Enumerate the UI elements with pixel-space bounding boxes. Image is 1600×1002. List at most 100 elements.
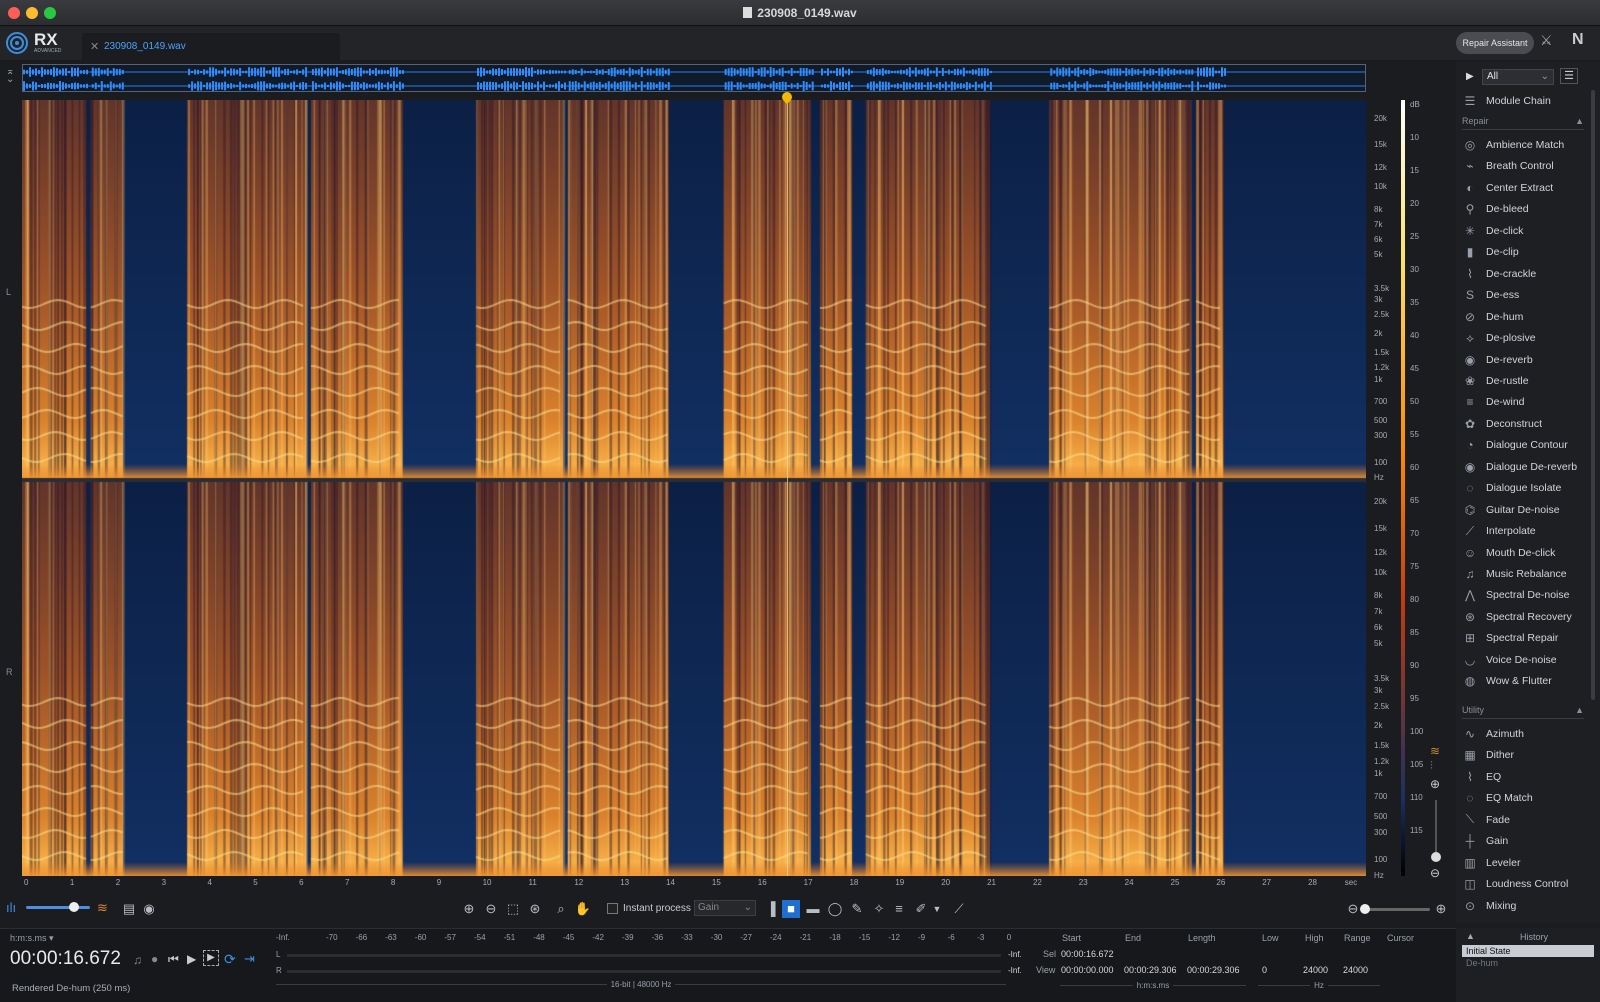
- module-item[interactable]: ✿ Deconstruct: [1462, 413, 1592, 435]
- utility-section-header[interactable]: Utility ▲: [1462, 705, 1584, 719]
- module-item[interactable]: ⟡ De-plosive: [1462, 327, 1592, 349]
- instant-process-mode-select[interactable]: Gain ⌄: [694, 900, 756, 916]
- instant-process-checkbox[interactable]: [607, 903, 618, 914]
- tool-options-chevron-icon[interactable]: ▼: [928, 900, 946, 918]
- module-item[interactable]: ▮ De-clip: [1462, 241, 1592, 263]
- module-item[interactable]: ⌁ Breath Control: [1462, 155, 1592, 177]
- module-item[interactable]: ⋀ Spectral De-noise: [1462, 584, 1592, 606]
- markers-icon[interactable]: ▤: [120, 900, 138, 918]
- module-item[interactable]: ≡ De-wind: [1462, 391, 1592, 413]
- lasso-tool-icon[interactable]: ◯: [826, 900, 844, 918]
- playhead[interactable]: [786, 92, 788, 876]
- time-format-select[interactable]: h:m:s.ms ▾: [10, 933, 54, 944]
- module-item[interactable]: S De-ess: [1462, 284, 1592, 306]
- comments-icon[interactable]: ◉: [140, 900, 158, 918]
- zoom-in-icon[interactable]: ⊕: [460, 900, 478, 918]
- zoom-out-vertical-icon[interactable]: ⊖: [1430, 866, 1440, 880]
- sel-start-value[interactable]: 00:00:16.672: [1061, 949, 1114, 959]
- module-item[interactable]: ❀ De-rustle: [1462, 370, 1592, 392]
- waveform-mode-icon[interactable]: ılı: [6, 900, 16, 915]
- module-chain-item[interactable]: ☰ Module Chain: [1462, 90, 1592, 112]
- module-item[interactable]: ◍ Wow & Flutter: [1462, 670, 1592, 692]
- signal-chain-icon[interactable]: ⚔: [1540, 32, 1560, 52]
- time-selection-tool-icon[interactable]: ▐: [762, 900, 780, 918]
- panel-menu-icon[interactable]: ☰: [1560, 68, 1578, 84]
- module-item[interactable]: ◡ Voice De-noise: [1462, 649, 1592, 671]
- zoom-selection-icon[interactable]: ⬚: [504, 900, 522, 918]
- waveform-overview[interactable]: [22, 64, 1366, 92]
- record-button[interactable]: ●: [151, 952, 158, 966]
- spectrogram-mode-icon[interactable]: ≋: [97, 900, 108, 916]
- module-item[interactable]: ⊙ Mixing: [1462, 895, 1592, 917]
- collapse-overview-icon[interactable]: ⌅ ⌄: [6, 67, 18, 88]
- history-item[interactable]: De-hum: [1466, 958, 1498, 968]
- horizontal-zoom-handle[interactable]: [1360, 904, 1370, 914]
- native-instruments-logo-icon[interactable]: N: [1572, 31, 1594, 51]
- zoom-tool-icon[interactable]: ⌕: [552, 900, 570, 918]
- repair-section-header[interactable]: Repair ▲: [1462, 116, 1584, 130]
- opacity-slider-handle[interactable]: [69, 902, 79, 912]
- waveform-toggle-icon[interactable]: ⫶: [1430, 760, 1433, 773]
- time-frequency-selection-tool-icon[interactable]: ■: [782, 900, 800, 918]
- spectrogram-display[interactable]: [22, 100, 1366, 876]
- module-item[interactable]: ☺ Mouth De-click: [1462, 542, 1592, 564]
- opacity-slider[interactable]: [26, 906, 90, 909]
- view-low-value[interactable]: 0: [1262, 965, 1267, 975]
- module-item[interactable]: ⟍ Fade: [1462, 809, 1592, 831]
- zoom-in-horizontal-icon[interactable]: ⊕: [1432, 900, 1450, 918]
- module-filter-select[interactable]: All ⌄: [1482, 69, 1554, 85]
- fade-tool-icon[interactable]: ⟋: [950, 900, 968, 918]
- view-length-value[interactable]: 00:00:29.306: [1187, 965, 1240, 975]
- repair-assistant-button[interactable]: Repair Assistant: [1456, 32, 1534, 54]
- vertical-zoom-slider[interactable]: [1435, 800, 1437, 856]
- brush-tool-icon[interactable]: ✎: [848, 900, 866, 918]
- module-item[interactable]: ♫ Music Rebalance: [1462, 563, 1592, 585]
- module-item[interactable]: ∿ Azimuth: [1462, 723, 1592, 745]
- play-button[interactable]: ▶: [187, 952, 196, 966]
- history-item[interactable]: Initial State: [1462, 945, 1594, 957]
- module-item[interactable]: ◐ Center Extract: [1462, 177, 1592, 199]
- module-item[interactable]: ⟋ Interpolate: [1462, 520, 1592, 542]
- panel-scrollbar[interactable]: [1591, 90, 1595, 700]
- module-item[interactable]: ▦ Dither: [1462, 744, 1592, 766]
- loop-button[interactable]: ⟳: [224, 951, 236, 968]
- module-item[interactable]: ⊘ De-hum: [1462, 306, 1592, 328]
- module-item[interactable]: ◌ Dialogue Isolate: [1462, 477, 1592, 499]
- module-item[interactable]: ⌬ Guitar De-noise: [1462, 499, 1592, 521]
- module-item[interactable]: ◌ EQ Match: [1462, 787, 1592, 809]
- module-item[interactable]: ┼ Gain: [1462, 830, 1592, 852]
- zoom-fit-icon[interactable]: ⊛: [526, 900, 544, 918]
- zoom-in-vertical-icon[interactable]: ⊕: [1430, 777, 1440, 791]
- module-item[interactable]: ⚲ De-bleed: [1462, 198, 1592, 220]
- tab-label[interactable]: 230908_0149.wav: [104, 41, 186, 52]
- module-item[interactable]: ▥ Leveler: [1462, 852, 1592, 874]
- module-item[interactable]: ◔ Dialogue Contour: [1462, 434, 1592, 456]
- spectrogram-toggle-icon[interactable]: ≋: [1430, 744, 1440, 758]
- play-preview-icon[interactable]: ▶: [1466, 71, 1474, 82]
- view-end-value[interactable]: 00:00:29.306: [1124, 965, 1177, 975]
- module-item[interactable]: ⌇ De-crackle: [1462, 263, 1592, 285]
- hand-tool-icon[interactable]: ✋: [574, 900, 592, 918]
- magic-wand-icon[interactable]: ✧: [870, 900, 888, 918]
- zoom-out-icon[interactable]: ⊖: [482, 900, 500, 918]
- module-item[interactable]: ✳ De-click: [1462, 220, 1592, 242]
- module-item[interactable]: ◎ Ambience Match: [1462, 134, 1592, 156]
- play-selection-button[interactable]: ▶: [203, 950, 219, 966]
- horizontal-zoom-slider[interactable]: [1362, 908, 1430, 911]
- headphones-icon[interactable]: ♫: [133, 953, 142, 967]
- follow-playhead-button[interactable]: ⇥: [244, 951, 255, 967]
- vertical-zoom-handle[interactable]: [1431, 852, 1441, 862]
- module-item[interactable]: ⌇ EQ: [1462, 766, 1592, 788]
- tab-close-icon[interactable]: ✕: [90, 40, 99, 53]
- view-start-value[interactable]: 00:00:00.000: [1061, 965, 1114, 975]
- view-range-value[interactable]: 24000: [1343, 965, 1368, 975]
- skip-to-start-button[interactable]: ⏮: [168, 952, 179, 967]
- module-item[interactable]: ⊛ Spectral Recovery: [1462, 606, 1592, 628]
- module-item[interactable]: ⊞ Spectral Repair: [1462, 627, 1592, 649]
- frequency-selection-tool-icon[interactable]: ▬: [804, 900, 822, 918]
- module-item[interactable]: ◫ Loudness Control: [1462, 873, 1592, 895]
- module-item[interactable]: ◉ Dialogue De-reverb: [1462, 456, 1592, 478]
- module-item[interactable]: ◉ De-reverb: [1462, 349, 1592, 371]
- view-high-value[interactable]: 24000: [1303, 965, 1328, 975]
- harmonic-selection-icon[interactable]: ≡: [890, 900, 908, 918]
